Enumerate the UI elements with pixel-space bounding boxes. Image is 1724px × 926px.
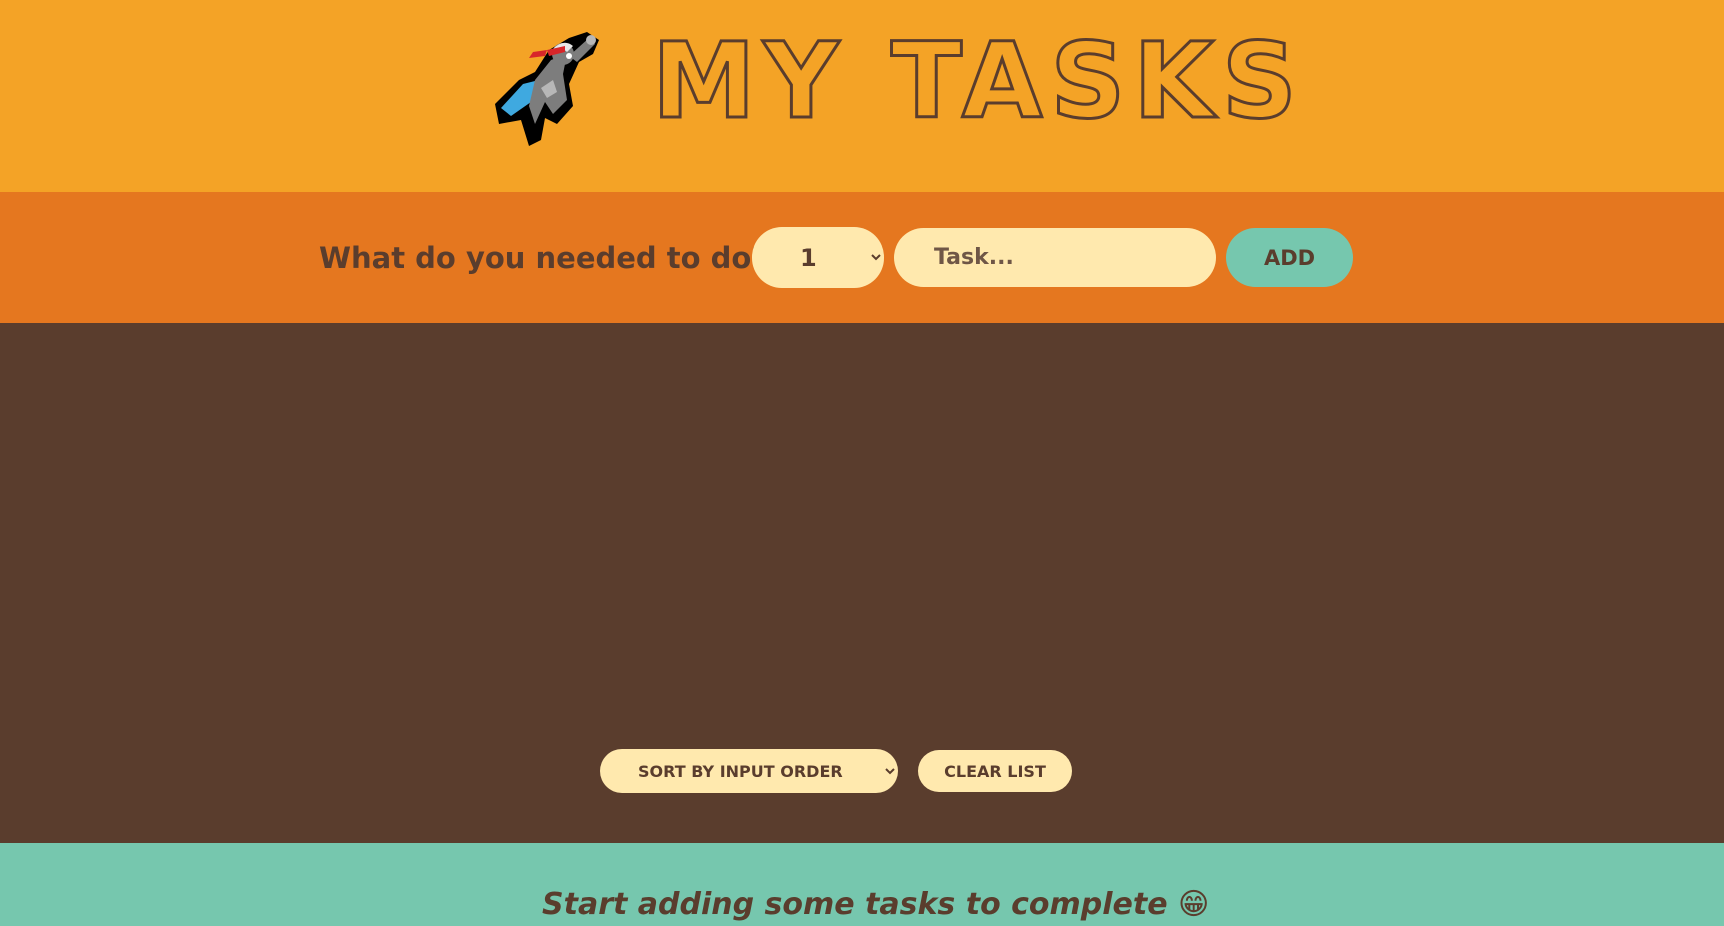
clear-list-button[interactable]: CLEAR LIST — [918, 750, 1072, 792]
page-title: MY TASKS — [651, 20, 1305, 142]
task-input-bar: What do you needed to do? 1 ADD — [0, 192, 1724, 323]
task-list — [0, 323, 1724, 723]
empty-state-message: Start adding some tasks to complete 😁 — [542, 887, 1210, 922]
task-list-area: SORT BY INPUT ORDER CLEAR LIST — [0, 323, 1724, 843]
add-button[interactable]: ADD — [1226, 228, 1353, 287]
task-input[interactable] — [894, 228, 1216, 287]
sort-select[interactable]: SORT BY INPUT ORDER — [600, 749, 898, 793]
priority-select[interactable]: 1 — [752, 227, 884, 288]
footer: Start adding some tasks to complete 😁 — [0, 843, 1724, 926]
header: MY TASKS — [0, 0, 1724, 192]
superhero-icon — [495, 32, 599, 146]
task-prompt-label: What do you needed to do? — [319, 241, 769, 275]
